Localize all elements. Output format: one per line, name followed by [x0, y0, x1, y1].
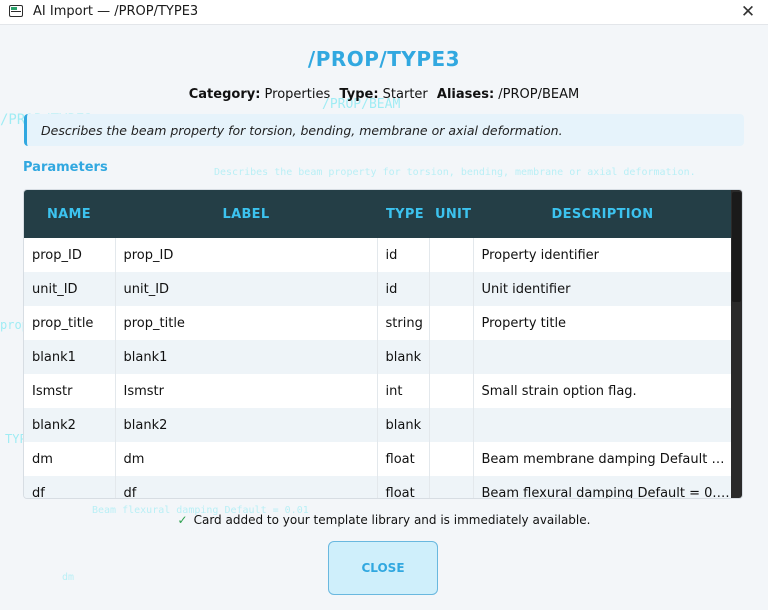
- cell-description: [473, 408, 732, 442]
- parameters-heading: Parameters: [23, 160, 108, 175]
- cell-description: Unit identifier: [473, 272, 732, 306]
- cell-name: Ismstr: [24, 374, 116, 408]
- app-window-icon: [9, 5, 23, 17]
- cell-unit: [429, 442, 474, 476]
- table-row[interactable]: unit_ID unit_ID id Unit identifier: [24, 272, 732, 306]
- cell-label: prop_ID: [115, 238, 378, 272]
- category-label: Category:: [188, 87, 261, 102]
- scrollbar-thumb[interactable]: [732, 192, 741, 302]
- cell-name: blank1: [24, 340, 116, 374]
- cell-name: prop_ID: [24, 238, 116, 272]
- table-row[interactable]: blank2 blank2 blank: [24, 408, 732, 442]
- window-title: AI Import — /PROP/TYPE3: [33, 4, 199, 19]
- parameters-table-container[interactable]: NAME LABEL TYPE UNIT DESCRIPTION prop_ID…: [23, 189, 743, 499]
- cell-label: dm: [115, 442, 378, 476]
- cell-description: [473, 340, 732, 374]
- type-value: Starter: [382, 87, 428, 102]
- close-button[interactable]: CLOSE: [328, 541, 438, 595]
- title-bar: AI Import — /PROP/TYPE3 ✕: [0, 0, 768, 25]
- ghost-overlay-line-3: dm: [62, 572, 75, 583]
- ghost-overlay-line: Describes the beam property for torsion,…: [214, 167, 696, 178]
- table-row[interactable]: prop_title prop_title string Property ti…: [24, 306, 732, 340]
- cell-type: int: [377, 374, 430, 408]
- cell-unit: [429, 408, 474, 442]
- description-text: Describes the beam property for torsion,…: [41, 123, 563, 138]
- close-icon[interactable]: ✕: [738, 1, 758, 23]
- cell-name: unit_ID: [24, 272, 116, 306]
- type-label: Type:: [339, 87, 379, 102]
- column-header-unit[interactable]: UNIT: [429, 190, 473, 238]
- cell-description: Property title: [473, 306, 732, 340]
- column-header-type[interactable]: TYPE: [377, 190, 429, 238]
- check-icon: ✓: [177, 513, 188, 527]
- category-value: Properties: [264, 87, 331, 102]
- table-row[interactable]: df df float Beam flexural damping Defaul…: [24, 476, 732, 498]
- column-header-description[interactable]: DESCRIPTION: [473, 190, 732, 238]
- success-text: Card added to your template library and …: [193, 513, 591, 527]
- cell-description: Beam membrane damping Default = ...: [473, 442, 732, 476]
- cell-description: Property identifier: [473, 238, 732, 272]
- cell-label: df: [115, 476, 378, 498]
- cell-type: blank: [377, 408, 430, 442]
- cell-unit: [429, 476, 474, 498]
- aliases-value: /PROP/BEAM: [498, 87, 580, 102]
- cell-label: unit_ID: [115, 272, 378, 306]
- table-row[interactable]: blank1 blank1 blank: [24, 340, 732, 374]
- parameters-table: NAME LABEL TYPE UNIT DESCRIPTION prop_ID…: [24, 190, 732, 498]
- cell-unit: [429, 306, 474, 340]
- description-box: Describes the beam property for torsion,…: [24, 114, 744, 146]
- cell-unit: [429, 272, 474, 306]
- cell-name: prop_title: [24, 306, 116, 340]
- cell-type: id: [377, 238, 430, 272]
- cell-description: Beam flexural damping Default = 0.01: [473, 476, 732, 498]
- card-title: /PROP/TYPE3: [307, 47, 461, 71]
- table-row[interactable]: prop_ID prop_ID id Property identifier: [24, 238, 732, 272]
- cell-label: Ismstr: [115, 374, 378, 408]
- cell-label: blank1: [115, 340, 378, 374]
- cell-type: blank: [377, 340, 430, 374]
- table-scrollbar[interactable]: [731, 190, 742, 498]
- success-message: ✓ Card added to your template library and…: [0, 513, 768, 527]
- card-meta: Category: Properties Type: Starter Alias…: [0, 87, 768, 102]
- cell-unit: [429, 340, 474, 374]
- cell-label: prop_title: [115, 306, 378, 340]
- aliases-label: Aliases:: [436, 87, 495, 102]
- cell-type: float: [377, 442, 430, 476]
- table-row[interactable]: dm dm float Beam membrane damping Defaul…: [24, 442, 732, 476]
- column-header-name[interactable]: NAME: [24, 190, 115, 238]
- cell-label: blank2: [115, 408, 378, 442]
- cell-description: Small strain option flag.: [473, 374, 732, 408]
- cell-type: string: [377, 306, 430, 340]
- table-header-row: NAME LABEL TYPE UNIT DESCRIPTION: [24, 190, 732, 238]
- cell-name: blank2: [24, 408, 116, 442]
- cell-unit: [429, 238, 474, 272]
- cell-name: dm: [24, 442, 116, 476]
- cell-unit: [429, 374, 474, 408]
- cell-type: float: [377, 476, 430, 498]
- column-header-label[interactable]: LABEL: [115, 190, 377, 238]
- cell-name: df: [24, 476, 116, 498]
- table-row[interactable]: Ismstr Ismstr int Small strain option fl…: [24, 374, 732, 408]
- cell-type: id: [377, 272, 430, 306]
